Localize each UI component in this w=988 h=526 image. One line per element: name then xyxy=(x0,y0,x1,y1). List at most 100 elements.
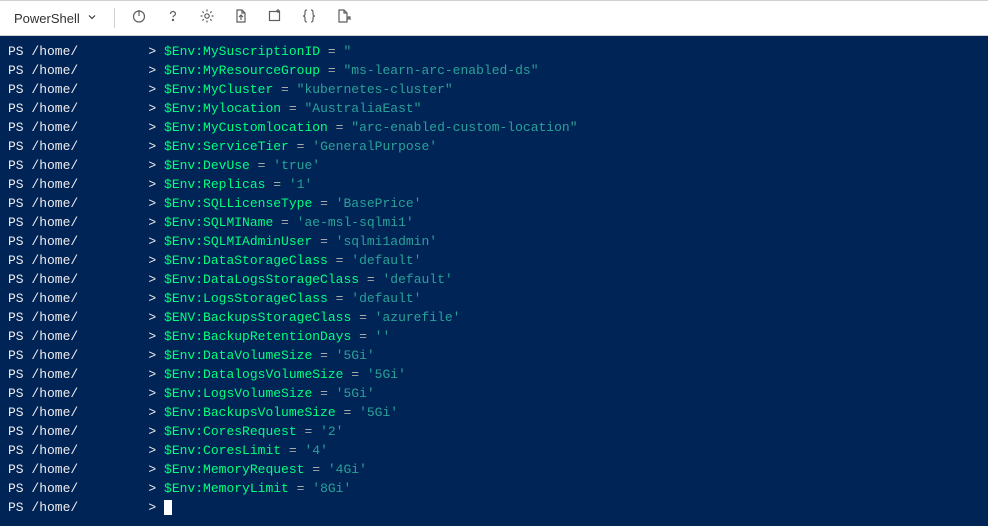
web-preview-button[interactable] xyxy=(329,4,357,32)
env-variable: $Env:SQLMIName xyxy=(164,215,273,230)
env-variable: $Env:DataStorageClass xyxy=(164,253,328,268)
shell-selector-dropdown[interactable]: PowerShell xyxy=(8,7,104,30)
prompt: PS /home/ > xyxy=(8,253,164,268)
toolbar-divider xyxy=(114,8,115,28)
terminal-line: PS /home/ > $Env:SQLMIName = 'ae-msl-sql… xyxy=(8,213,980,232)
cloud-shell-toolbar: PowerShell xyxy=(0,0,988,36)
prompt: PS /home/ > xyxy=(8,386,164,401)
terminal-line: PS /home/ > $Env:CoresLimit = '4' xyxy=(8,441,980,460)
operator: = xyxy=(359,272,382,287)
prompt: PS /home/ > xyxy=(8,177,164,192)
terminal-line: PS /home/ > $Env:DevUse = 'true' xyxy=(8,156,980,175)
terminal-line: PS /home/ > $Env:MyCustomlocation = "arc… xyxy=(8,118,980,137)
cursor xyxy=(164,500,172,515)
editor-button[interactable] xyxy=(295,4,323,32)
operator: = xyxy=(281,101,304,116)
terminal-line: PS /home/ > $Env:CoresRequest = '2' xyxy=(8,422,980,441)
file-upload-icon xyxy=(233,8,249,28)
env-variable: $Env:DevUse xyxy=(164,158,250,173)
operator: = xyxy=(320,63,343,78)
env-variable: $Env:DataLogsStorageClass xyxy=(164,272,359,287)
env-variable: $Env:CoresLimit xyxy=(164,443,281,458)
terminal-line: PS /home/ > $Env:MemoryLimit = '8Gi' xyxy=(8,479,980,498)
terminal-line: PS /home/ > $Env:Mylocation = "Australia… xyxy=(8,99,980,118)
string-value: '4Gi' xyxy=(328,462,367,477)
string-value: 'default' xyxy=(351,253,421,268)
new-session-button[interactable] xyxy=(261,4,289,32)
operator: = xyxy=(289,139,312,154)
shell-selector-label: PowerShell xyxy=(14,11,80,26)
operator: = xyxy=(312,386,335,401)
restart-button[interactable] xyxy=(125,4,153,32)
terminal-line: PS /home/ > $Env:BackupRetentionDays = '… xyxy=(8,327,980,346)
env-variable: $Env:BackupsVolumeSize xyxy=(164,405,336,420)
operator: = xyxy=(336,405,359,420)
terminal-line: PS /home/ > $Env:MyCluster = "kubernetes… xyxy=(8,80,980,99)
string-value: '5Gi' xyxy=(336,348,375,363)
terminal-prompt-line[interactable]: PS /home/ > xyxy=(8,498,980,517)
prompt: PS /home/ > xyxy=(8,367,164,382)
prompt: PS /home/ > xyxy=(8,82,164,97)
terminal-line: PS /home/ > $Env:LogsStorageClass = 'def… xyxy=(8,289,980,308)
string-value: '5Gi' xyxy=(359,405,398,420)
terminal-line: PS /home/ > $Env:DataVolumeSize = '5Gi' xyxy=(8,346,980,365)
terminal-line: PS /home/ > $Env:LogsVolumeSize = '5Gi' xyxy=(8,384,980,403)
string-value: '8Gi' xyxy=(312,481,351,496)
prompt: PS /home/ > xyxy=(8,443,164,458)
operator: = xyxy=(351,310,374,325)
terminal-line: PS /home/ > $Env:BackupsVolumeSize = '5G… xyxy=(8,403,980,422)
env-variable: $Env:DatalogsVolumeSize xyxy=(164,367,343,382)
env-variable: $Env:MyResourceGroup xyxy=(164,63,320,78)
chevron-down-icon xyxy=(86,11,98,26)
operator: = xyxy=(265,177,288,192)
prompt: PS /home/ > xyxy=(8,234,164,249)
terminal-line: PS /home/ > $Env:ServiceTier = 'GeneralP… xyxy=(8,137,980,156)
terminal-line: PS /home/ > $Env:MyResourceGroup = "ms-l… xyxy=(8,61,980,80)
prompt: PS /home/ > xyxy=(8,44,164,59)
string-value: 'BasePrice' xyxy=(336,196,422,211)
env-variable: $Env:LogsVolumeSize xyxy=(164,386,312,401)
string-value: '2' xyxy=(320,424,343,439)
env-variable: $Env:LogsStorageClass xyxy=(164,291,328,306)
string-value: '5Gi' xyxy=(367,367,406,382)
terminal-line: PS /home/ > $Env:Replicas = '1' xyxy=(8,175,980,194)
help-icon xyxy=(165,8,181,28)
env-variable: $Env:MemoryLimit xyxy=(164,481,289,496)
prompt: PS /home/ > xyxy=(8,120,164,135)
env-variable: $Env:SQLLicenseType xyxy=(164,196,312,211)
operator: = xyxy=(297,424,320,439)
string-value: "ms-learn-arc-enabled-ds" xyxy=(343,63,538,78)
env-variable: $Env:CoresRequest xyxy=(164,424,297,439)
env-variable: $Env:MyCustomlocation xyxy=(164,120,328,135)
braces-icon xyxy=(301,8,317,28)
operator: = xyxy=(328,253,351,268)
env-variable: $Env:MySuscriptionID xyxy=(164,44,320,59)
prompt: PS /home/ > xyxy=(8,462,164,477)
env-variable: $Env:MemoryRequest xyxy=(164,462,304,477)
operator: = xyxy=(312,348,335,363)
terminal-line: PS /home/ > $Env:SQLLicenseType = 'BaseP… xyxy=(8,194,980,213)
string-value: 'ae-msl-sqlmi1' xyxy=(297,215,414,230)
operator: = xyxy=(250,158,273,173)
prompt: PS /home/ > xyxy=(8,215,164,230)
string-value: '' xyxy=(375,329,391,344)
terminal-line: PS /home/ > $Env:MySuscriptionID = " xyxy=(8,42,980,61)
settings-button[interactable] xyxy=(193,4,221,32)
operator: = xyxy=(273,82,296,97)
env-variable: $Env:BackupRetentionDays xyxy=(164,329,351,344)
terminal-line: PS /home/ > $Env:SQLMIAdminUser = 'sqlmi… xyxy=(8,232,980,251)
string-value: "kubernetes-cluster" xyxy=(297,82,453,97)
string-value: 'GeneralPurpose' xyxy=(312,139,437,154)
upload-download-button[interactable] xyxy=(227,4,255,32)
operator: = xyxy=(351,329,374,344)
string-value: '5Gi' xyxy=(336,386,375,401)
help-button[interactable] xyxy=(159,4,187,32)
operator: = xyxy=(343,367,366,382)
terminal-pane[interactable]: PS /home/ > $Env:MySuscriptionID = "PS /… xyxy=(0,36,988,526)
env-variable: $ENV:BackupsStorageClass xyxy=(164,310,351,325)
prompt: PS /home/ > xyxy=(8,329,164,344)
operator: = xyxy=(304,462,327,477)
new-tab-icon xyxy=(335,8,351,28)
string-value: 'default' xyxy=(382,272,452,287)
string-value: "AustraliaEast" xyxy=(304,101,421,116)
